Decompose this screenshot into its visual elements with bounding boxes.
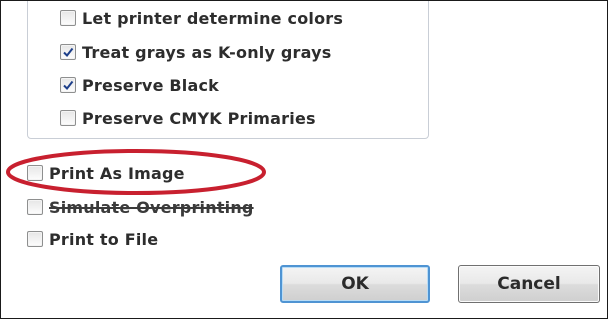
preserve-cmyk-primaries-label: Preserve CMYK Primaries xyxy=(82,108,316,128)
let-printer-determine-colors-checkbox[interactable] xyxy=(60,10,76,26)
preserve-cmyk-primaries-checkbox[interactable] xyxy=(60,110,76,126)
cancel-button[interactable]: Cancel xyxy=(458,265,600,303)
print-as-image-checkbox[interactable] xyxy=(27,165,43,181)
print-dialog-panel: Let printer determine colors Treat grays… xyxy=(0,0,608,319)
let-printer-determine-colors-option[interactable]: Let printer determine colors xyxy=(60,6,343,30)
treat-grays-label: Treat grays as K-only grays xyxy=(82,42,332,62)
print-to-file-checkbox[interactable] xyxy=(27,231,43,247)
print-to-file-label: Print to File xyxy=(49,229,159,249)
simulate-overprinting-option[interactable]: Simulate Overprinting xyxy=(27,195,254,219)
print-to-file-option[interactable]: Print to File xyxy=(27,227,158,251)
preserve-black-option[interactable]: Preserve Black xyxy=(60,73,219,97)
checkmark-icon xyxy=(63,47,74,58)
print-as-image-label: Print As Image xyxy=(49,163,185,183)
color-handling-group: Let printer determine colors Treat grays… xyxy=(27,1,429,139)
simulate-overprinting-checkbox[interactable] xyxy=(27,199,43,215)
treat-grays-checkbox[interactable] xyxy=(60,44,76,60)
preserve-black-label: Preserve Black xyxy=(82,75,219,95)
print-as-image-option[interactable]: Print As Image xyxy=(27,161,185,185)
preserve-cmyk-primaries-option[interactable]: Preserve CMYK Primaries xyxy=(60,106,316,130)
checkmark-icon xyxy=(63,80,74,91)
simulate-overprinting-label: Simulate Overprinting xyxy=(49,197,254,217)
let-printer-determine-colors-label: Let printer determine colors xyxy=(82,8,344,28)
ok-button[interactable]: OK xyxy=(280,265,430,303)
treat-grays-option[interactable]: Treat grays as K-only grays xyxy=(60,40,332,64)
preserve-black-checkbox[interactable] xyxy=(60,77,76,93)
